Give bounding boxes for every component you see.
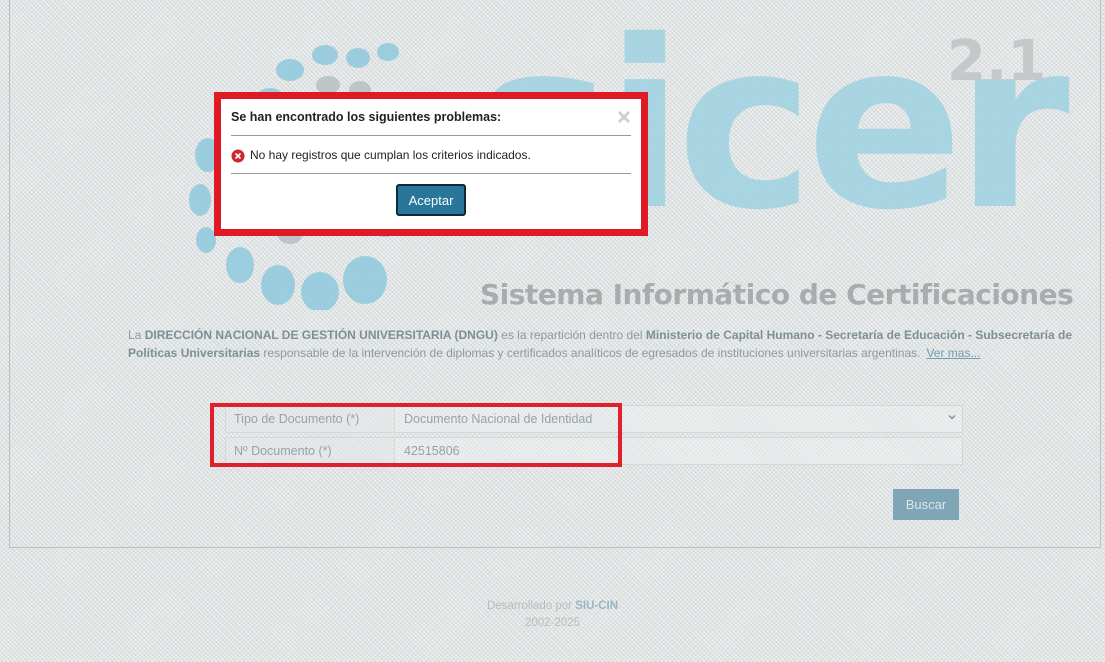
logo-version: 2.1 [947,29,1047,94]
ver-mas-link[interactable]: Ver mas... [926,346,980,360]
dngu-name: DIRECCIÓN NACIONAL DE GESTIÓN UNIVERSITA… [144,328,498,342]
close-icon[interactable] [617,110,631,124]
modal-title: Se han encontrado los siguientes problem… [231,105,631,136]
aceptar-button[interactable]: Aceptar [396,184,466,216]
modal-content: Se han encontrado los siguientes problem… [231,105,631,216]
logo-subtitle: Sistema Informático de Certificaciones [480,278,1074,311]
error-dialog: Se han encontrado los siguientes problem… [214,92,648,236]
buscar-button[interactable]: Buscar [893,489,959,520]
modal-message-text: No hay registros que cumplan los criteri… [250,147,531,162]
siu-cin-link[interactable]: SIU-CIN [575,600,618,612]
modal-message: No hay registros que cumplan los criteri… [231,136,631,174]
footer: Desarrollado por SIU-CIN 2002-2025 [0,598,1105,632]
error-icon [231,149,245,162]
description-text: La DIRECCIÓN NACIONAL DE GESTIÓN UNIVERS… [128,328,1073,360]
chevron-down-icon [948,415,956,420]
footer-years: 2002-2025 [525,617,580,629]
modal-actions: Aceptar [231,174,631,216]
form-highlight-box [210,403,622,467]
